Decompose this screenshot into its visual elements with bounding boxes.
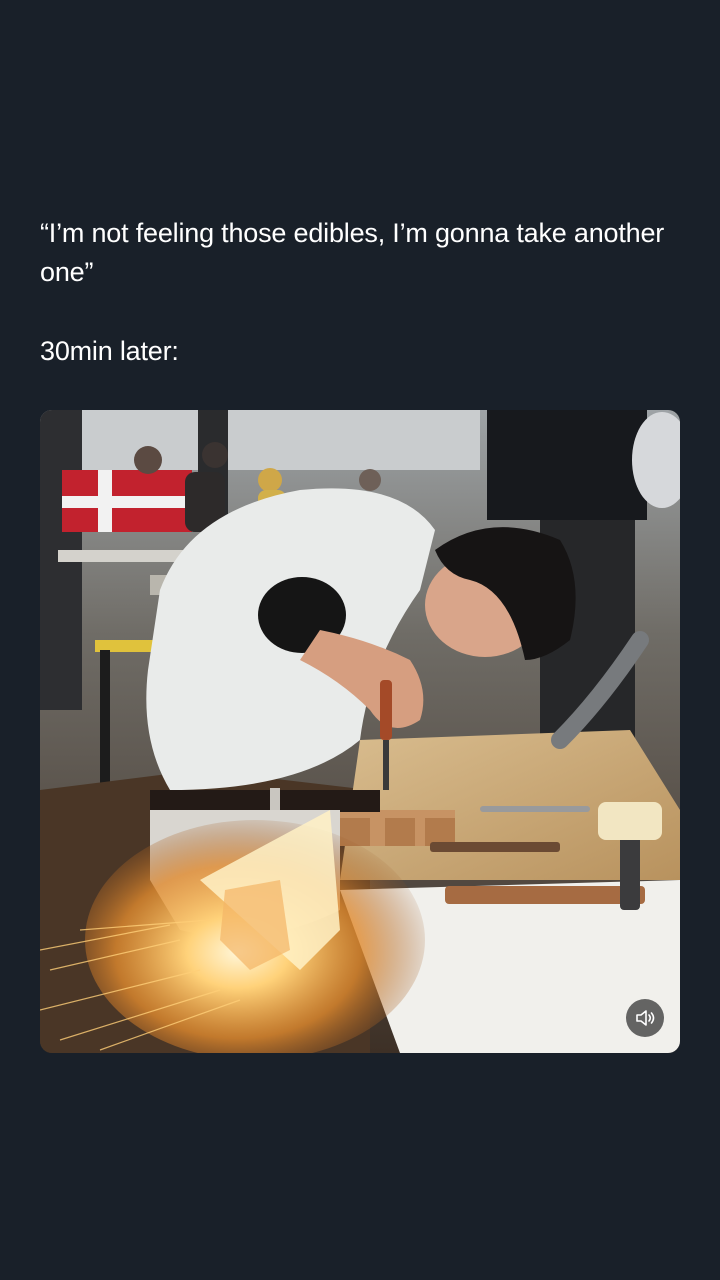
video-player[interactable]	[40, 410, 680, 1053]
post-caption-followup: 30min later:	[40, 336, 179, 366]
post-text: “I’m not feeling those edibles, I’m gonn…	[40, 214, 680, 371]
speaker-muted-icon	[636, 1010, 655, 1026]
post-caption-quote: “I’m not feeling those edibles, I’m gonn…	[40, 218, 665, 287]
video-frame	[40, 410, 680, 1053]
mute-toggle-button[interactable]	[626, 999, 664, 1037]
